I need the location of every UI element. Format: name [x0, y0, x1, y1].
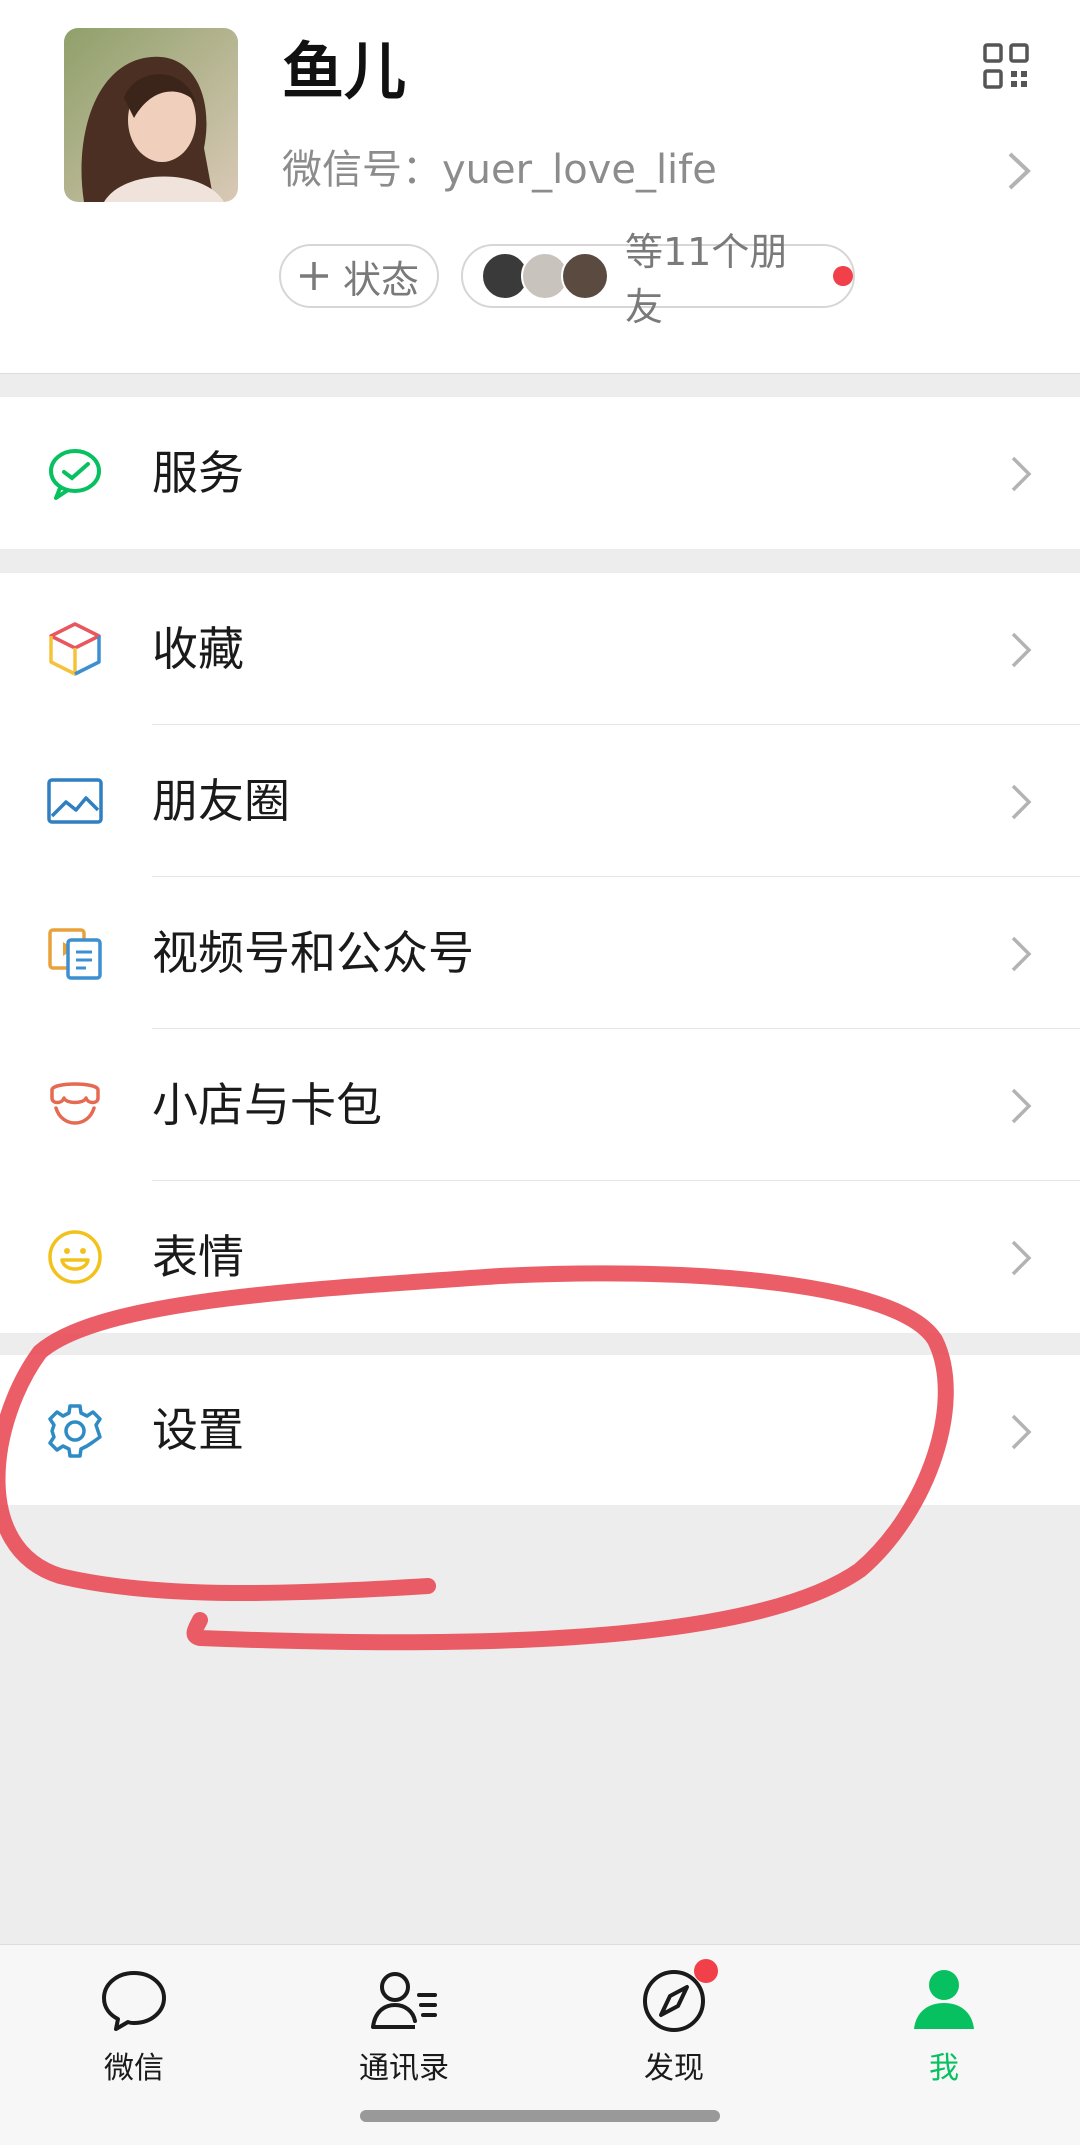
plus-icon	[300, 262, 328, 290]
main-menu-section: 收藏 朋友圈 视频号和公众号 小店与卡包 表情	[0, 573, 1080, 1333]
chat-bubble-icon	[102, 1971, 166, 2031]
wechat-id: 微信号：yuer_love_life	[282, 147, 717, 193]
services-section: 服务	[0, 397, 1080, 549]
menu-label: 朋友圈	[152, 774, 290, 828]
profile-name: 鱼儿	[282, 35, 407, 108]
menu-label: 视频号和公众号	[152, 926, 474, 980]
tab-label: 微信	[104, 2051, 164, 2086]
tab-label: 发现	[644, 2051, 704, 2086]
menu-item-shop-cards[interactable]: 小店与卡包	[0, 1029, 1080, 1181]
person-icon	[914, 1970, 974, 2029]
chevron-right-icon	[1011, 1414, 1032, 1450]
menu-item-settings[interactable]: 设置	[0, 1355, 1080, 1505]
chevron-right-icon[interactable]	[1006, 150, 1032, 192]
image-icon	[47, 778, 103, 824]
menu-label: 收藏	[152, 622, 244, 676]
gear-icon	[48, 1404, 102, 1458]
cube-icon	[49, 622, 101, 676]
qr-code-icon[interactable]	[982, 42, 1030, 90]
channels-icon	[48, 928, 102, 980]
profile-header: 鱼儿 微信号：yuer_love_life 状态 等11个朋友	[0, 0, 1080, 374]
contacts-icon	[371, 1972, 437, 2029]
menu-label: 小店与卡包	[152, 1078, 382, 1132]
settings-section: 设置	[0, 1355, 1080, 1505]
chevron-right-icon	[1011, 1088, 1032, 1124]
notification-badge	[694, 1959, 718, 1983]
menu-item-moments[interactable]: 朋友圈	[0, 725, 1080, 877]
tab-label: 我	[929, 2051, 959, 2086]
profile-avatar[interactable]	[64, 28, 238, 202]
chevron-right-icon	[1011, 936, 1032, 972]
chevron-right-icon	[1011, 1240, 1032, 1276]
chevron-right-icon	[1011, 784, 1032, 820]
menu-label: 设置	[152, 1403, 244, 1457]
friends-status-button[interactable]: 等11个朋友	[461, 230, 855, 329]
menu-item-favorites[interactable]: 收藏	[0, 573, 1080, 725]
menu-item-stickers[interactable]: 表情	[0, 1181, 1080, 1333]
menu-label: 服务	[152, 446, 244, 500]
home-indicator	[360, 2110, 720, 2122]
status-button-label: 状态	[343, 257, 420, 302]
chevron-right-icon	[1011, 632, 1032, 668]
chevron-right-icon	[1011, 456, 1032, 492]
menu-item-channels[interactable]: 视频号和公众号	[0, 877, 1080, 1029]
avatar-photo	[64, 28, 238, 202]
tab-discover[interactable]: 发现	[584, 1959, 764, 2087]
friend-avatar	[561, 252, 609, 300]
friend-avatars	[481, 252, 609, 300]
services-icon	[49, 449, 101, 500]
tab-contacts[interactable]: 通讯录	[314, 1965, 494, 2087]
status-button[interactable]: 状态	[279, 244, 439, 308]
shop-icon	[50, 1082, 100, 1125]
tab-chats[interactable]: 微信	[44, 1965, 224, 2087]
menu-label: 表情	[152, 1230, 244, 1284]
tab-me[interactable]: 我	[854, 1965, 1034, 2087]
friends-count-text: 等11个朋友	[625, 230, 788, 329]
smiley-icon	[48, 1230, 102, 1284]
menu-item-services[interactable]: 服务	[0, 397, 1080, 549]
new-dot-badge	[833, 266, 853, 286]
tab-label: 通讯录	[359, 2051, 449, 2086]
